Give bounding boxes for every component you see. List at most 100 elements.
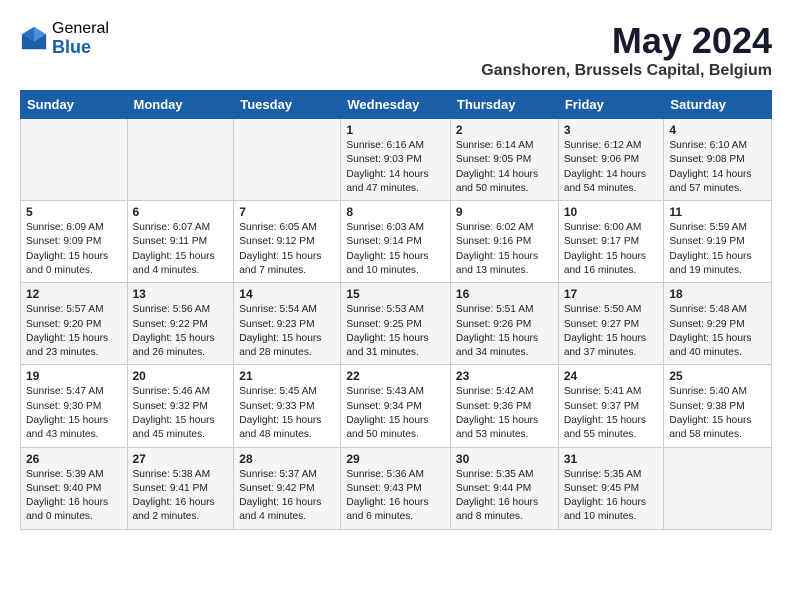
calendar-cell: 4 Sunrise: 6:10 AM Sunset: 9:08 PM Daylig… <box>664 119 772 201</box>
calendar-cell: 11 Sunrise: 5:59 AM Sunset: 9:19 PM Dayli… <box>664 201 772 283</box>
cell-content: Sunrise: 5:38 AM Sunset: 9:41 PM Dayligh… <box>133 468 229 525</box>
day-number: 6 <box>133 205 229 219</box>
calendar-cell: 6 Sunrise: 6:07 AM Sunset: 9:11 PM Daylig… <box>127 201 234 283</box>
day-number: 30 <box>456 452 553 466</box>
calendar-cell: 26 Sunrise: 5:39 AM Sunset: 9:40 PM Dayli… <box>21 447 128 529</box>
logo-text: General Blue <box>52 20 109 57</box>
day-number: 9 <box>456 205 553 219</box>
day-number: 12 <box>26 287 122 301</box>
calendar-cell: 21Sunrise: 5:45 AM Sunset: 9:33 PM Dayli… <box>234 365 341 447</box>
calendar-cell: 27 Sunrise: 5:38 AM Sunset: 9:41 PM Dayli… <box>127 447 234 529</box>
day-number: 14 <box>239 287 335 301</box>
weekday-header-row: SundayMondayTuesdayWednesdayThursdayFrid… <box>21 91 772 119</box>
cell-content: Sunrise: 5:47 AM Sunset: 9:30 PM Dayligh… <box>26 385 122 442</box>
calendar-cell: 5 Sunrise: 6:09 AM Sunset: 9:09 PM Daylig… <box>21 201 128 283</box>
cell-content: Sunrise: 5:46 AM Sunset: 9:32 PM Dayligh… <box>133 385 229 442</box>
calendar-cell: 19Sunrise: 5:47 AM Sunset: 9:30 PM Dayli… <box>21 365 128 447</box>
weekday-header: Sunday <box>21 91 128 119</box>
calendar-cell: 28Sunrise: 5:37 AM Sunset: 9:42 PM Dayli… <box>234 447 341 529</box>
weekday-header: Friday <box>558 91 664 119</box>
cell-content: Sunrise: 6:10 AM Sunset: 9:08 PM Dayligh… <box>669 139 766 196</box>
calendar-cell: 15Sunrise: 5:53 AM Sunset: 9:25 PM Dayli… <box>341 283 451 365</box>
day-number: 18 <box>669 287 766 301</box>
cell-content: Sunrise: 5:54 AM Sunset: 9:23 PM Dayligh… <box>239 303 335 360</box>
calendar-week-row: 19Sunrise: 5:47 AM Sunset: 9:30 PM Dayli… <box>21 365 772 447</box>
weekday-header: Thursday <box>450 91 558 119</box>
day-number: 13 <box>133 287 229 301</box>
cell-content: Sunrise: 6:07 AM Sunset: 9:11 PM Dayligh… <box>133 221 229 278</box>
cell-content: Sunrise: 5:57 AM Sunset: 9:20 PM Dayligh… <box>26 303 122 360</box>
logo: General Blue <box>20 20 109 57</box>
location: Ganshoren, Brussels Capital, Belgium <box>481 62 772 80</box>
cell-content: Sunrise: 5:40 AM Sunset: 9:38 PM Dayligh… <box>669 385 766 442</box>
day-number: 3 <box>564 123 659 137</box>
day-number: 11 <box>669 205 766 219</box>
calendar-cell <box>664 447 772 529</box>
calendar-cell: 9 Sunrise: 6:02 AM Sunset: 9:16 PM Daylig… <box>450 201 558 283</box>
day-number: 7 <box>239 205 335 219</box>
calendar-cell: 18Sunrise: 5:48 AM Sunset: 9:29 PM Dayli… <box>664 283 772 365</box>
cell-content: Sunrise: 6:03 AM Sunset: 9:14 PM Dayligh… <box>346 221 445 278</box>
calendar-cell: 31 Sunrise: 5:35 AM Sunset: 9:45 PM Dayli… <box>558 447 664 529</box>
calendar-cell: 30 Sunrise: 5:35 AM Sunset: 9:44 PM Dayli… <box>450 447 558 529</box>
day-number: 31 <box>564 452 659 466</box>
logo-general: General <box>52 20 109 38</box>
day-number: 23 <box>456 369 553 383</box>
day-number: 15 <box>346 287 445 301</box>
day-number: 24 <box>564 369 659 383</box>
calendar-cell: 23 Sunrise: 5:42 AM Sunset: 9:36 PM Dayli… <box>450 365 558 447</box>
calendar-cell: 24 Sunrise: 5:41 AM Sunset: 9:37 PM Dayli… <box>558 365 664 447</box>
cell-content: Sunrise: 5:56 AM Sunset: 9:22 PM Dayligh… <box>133 303 229 360</box>
calendar-cell: 20 Sunrise: 5:46 AM Sunset: 9:32 PM Dayli… <box>127 365 234 447</box>
day-number: 16 <box>456 287 553 301</box>
cell-content: Sunrise: 5:43 AM Sunset: 9:34 PM Dayligh… <box>346 385 445 442</box>
cell-content: Sunrise: 5:39 AM Sunset: 9:40 PM Dayligh… <box>26 468 122 525</box>
day-number: 5 <box>26 205 122 219</box>
cell-content: Sunrise: 6:09 AM Sunset: 9:09 PM Dayligh… <box>26 221 122 278</box>
day-number: 8 <box>346 205 445 219</box>
calendar-cell <box>21 119 128 201</box>
day-number: 26 <box>26 452 122 466</box>
calendar-week-row: 1Sunrise: 6:16 AM Sunset: 9:03 PM Daylig… <box>21 119 772 201</box>
day-number: 29 <box>346 452 445 466</box>
month-year: May 2024 <box>481 20 772 62</box>
day-number: 1 <box>346 123 445 137</box>
cell-content: Sunrise: 6:05 AM Sunset: 9:12 PM Dayligh… <box>239 221 335 278</box>
day-number: 20 <box>133 369 229 383</box>
day-number: 10 <box>564 205 659 219</box>
cell-content: Sunrise: 6:12 AM Sunset: 9:06 PM Dayligh… <box>564 139 659 196</box>
day-number: 25 <box>669 369 766 383</box>
calendar-cell: 29 Sunrise: 5:36 AM Sunset: 9:43 PM Dayli… <box>341 447 451 529</box>
calendar-cell: 7 Sunrise: 6:05 AM Sunset: 9:12 PM Daylig… <box>234 201 341 283</box>
cell-content: Sunrise: 5:51 AM Sunset: 9:26 PM Dayligh… <box>456 303 553 360</box>
calendar-cell: 14 Sunrise: 5:54 AM Sunset: 9:23 PM Dayli… <box>234 283 341 365</box>
calendar-cell: 16 Sunrise: 5:51 AM Sunset: 9:26 PM Dayli… <box>450 283 558 365</box>
logo-icon <box>20 25 48 53</box>
day-number: 17 <box>564 287 659 301</box>
title-block: May 2024 Ganshoren, Brussels Capital, Be… <box>481 20 772 80</box>
cell-content: Sunrise: 6:00 AM Sunset: 9:17 PM Dayligh… <box>564 221 659 278</box>
weekday-header: Wednesday <box>341 91 451 119</box>
weekday-header: Monday <box>127 91 234 119</box>
calendar-week-row: 5 Sunrise: 6:09 AM Sunset: 9:09 PM Daylig… <box>21 201 772 283</box>
day-number: 22 <box>346 369 445 383</box>
day-number: 27 <box>133 452 229 466</box>
cell-content: Sunrise: 6:14 AM Sunset: 9:05 PM Dayligh… <box>456 139 553 196</box>
calendar-cell: 17 Sunrise: 5:50 AM Sunset: 9:27 PM Dayli… <box>558 283 664 365</box>
day-number: 4 <box>669 123 766 137</box>
cell-content: Sunrise: 5:37 AM Sunset: 9:42 PM Dayligh… <box>239 468 335 525</box>
cell-content: Sunrise: 6:02 AM Sunset: 9:16 PM Dayligh… <box>456 221 553 278</box>
cell-content: Sunrise: 5:45 AM Sunset: 9:33 PM Dayligh… <box>239 385 335 442</box>
cell-content: Sunrise: 5:36 AM Sunset: 9:43 PM Dayligh… <box>346 468 445 525</box>
weekday-header: Tuesday <box>234 91 341 119</box>
cell-content: Sunrise: 5:50 AM Sunset: 9:27 PM Dayligh… <box>564 303 659 360</box>
calendar-cell: 1Sunrise: 6:16 AM Sunset: 9:03 PM Daylig… <box>341 119 451 201</box>
cell-content: Sunrise: 5:59 AM Sunset: 9:19 PM Dayligh… <box>669 221 766 278</box>
calendar-cell: 3 Sunrise: 6:12 AM Sunset: 9:06 PM Daylig… <box>558 119 664 201</box>
logo-blue: Blue <box>52 38 109 58</box>
cell-content: Sunrise: 5:35 AM Sunset: 9:45 PM Dayligh… <box>564 468 659 525</box>
page-header: General Blue May 2024 Ganshoren, Brussel… <box>20 20 772 80</box>
cell-content: Sunrise: 5:42 AM Sunset: 9:36 PM Dayligh… <box>456 385 553 442</box>
cell-content: Sunrise: 5:35 AM Sunset: 9:44 PM Dayligh… <box>456 468 553 525</box>
cell-content: Sunrise: 5:41 AM Sunset: 9:37 PM Dayligh… <box>564 385 659 442</box>
